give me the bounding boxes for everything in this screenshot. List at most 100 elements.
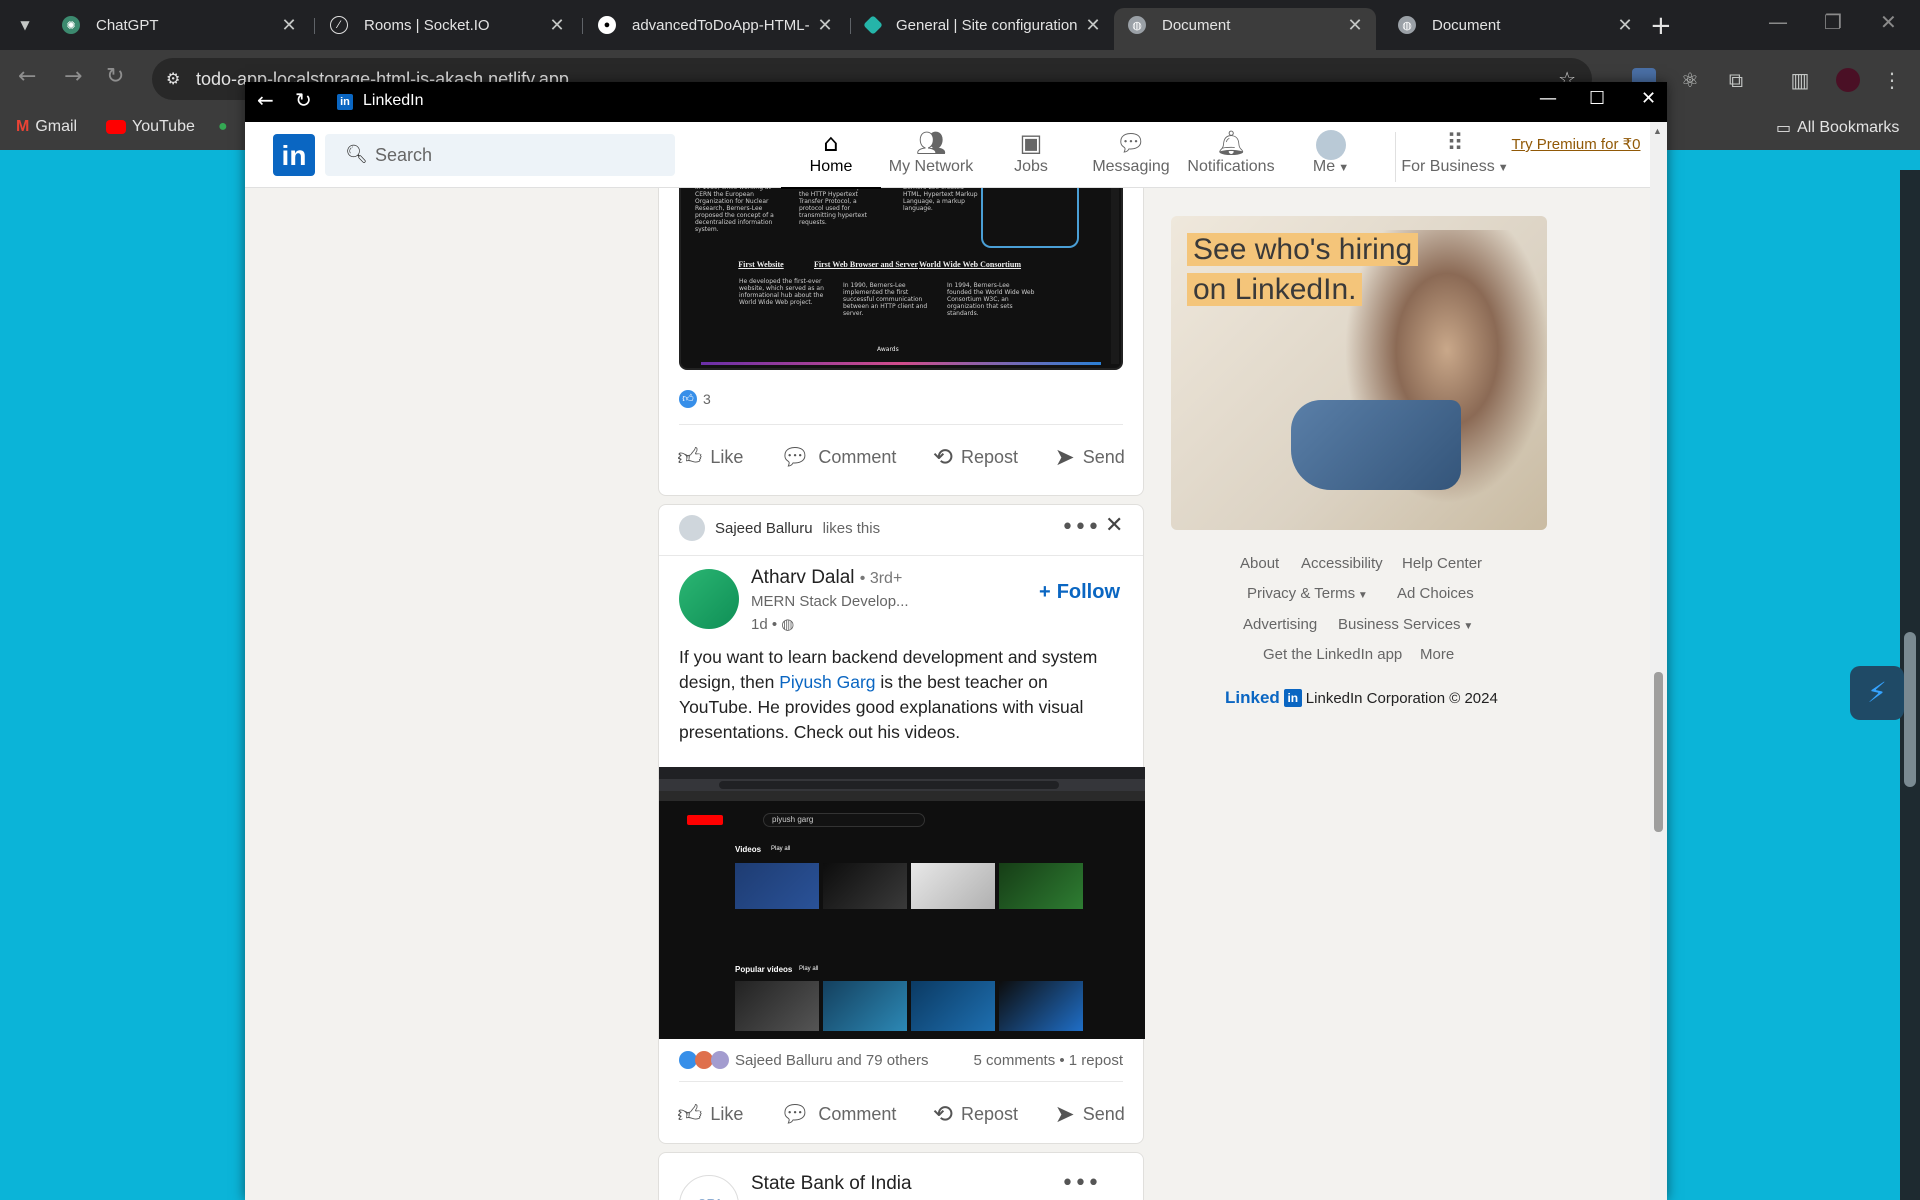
popup-back-icon[interactable]: ← bbox=[257, 88, 274, 112]
scrollbar-thumb[interactable] bbox=[1654, 672, 1663, 832]
nav-messaging[interactable]: 💬︎ Messaging bbox=[1081, 128, 1181, 188]
nav-for-business[interactable]: ⠿ For Business ▼ bbox=[1395, 128, 1515, 188]
footer-link-get-app[interactable]: Get the LinkedIn app bbox=[1263, 646, 1402, 663]
bookmark-youtube[interactable]: YouTube bbox=[106, 118, 195, 136]
post-image[interactable]: piyush garg Videos Play all Popular vide… bbox=[659, 767, 1145, 1039]
repost-button[interactable]: ⟲ Repost bbox=[933, 443, 1018, 471]
browser-tab-github[interactable]: ● advancedToDoApp-HTML- ✕ bbox=[584, 8, 846, 42]
comment-button[interactable]: 💬︎ Comment bbox=[780, 1100, 897, 1128]
browser-tab-document[interactable]: ◍ Document ✕ bbox=[1384, 8, 1646, 42]
author-avatar[interactable]: SBI bbox=[679, 1175, 739, 1200]
globe-icon: ◍ bbox=[1128, 16, 1146, 34]
insightful-reaction-icon bbox=[711, 1051, 729, 1069]
send-button[interactable]: ➤ Send bbox=[1055, 1100, 1125, 1128]
comment-button[interactable]: 💬︎ Comment bbox=[780, 443, 897, 471]
tab-search-button[interactable]: ▼ bbox=[12, 12, 38, 38]
post-actions: 👍︎ Like 💬︎ Comment ⟲ Repost ➤ Send bbox=[659, 1085, 1143, 1143]
comments-count[interactable]: 5 comments • 1 repost bbox=[974, 1052, 1123, 1069]
browser-tab-socketio[interactable]: ⁄ Rooms | Socket.IO ✕ bbox=[316, 8, 578, 42]
footer-link-about[interactable]: About bbox=[1240, 555, 1279, 572]
avatar[interactable] bbox=[679, 515, 705, 541]
image-thumbnail bbox=[911, 863, 995, 909]
close-icon[interactable]: ✕ bbox=[1616, 15, 1634, 36]
reactions-summary[interactable]: 👍︎ 3 bbox=[679, 390, 711, 408]
linkedin-logo[interactable]: in bbox=[273, 134, 315, 176]
scrollbar-thumb[interactable] bbox=[1904, 632, 1916, 787]
footer-link-business-services[interactable]: Business Services ▼ bbox=[1338, 616, 1473, 633]
nav-my-network[interactable]: 👥︎ My Network bbox=[881, 128, 981, 188]
close-icon[interactable]: ✕ bbox=[1084, 15, 1102, 36]
post-image[interactable]: In 1989, while working at CERN the Europ… bbox=[679, 172, 1123, 370]
mention-link[interactable]: Piyush Garg bbox=[779, 672, 875, 692]
react-devtools-icon[interactable]: ⚛ bbox=[1678, 68, 1702, 92]
reactions-summary[interactable]: Sajeed Balluru and 79 others bbox=[679, 1051, 928, 1069]
search-placeholder: Search bbox=[375, 145, 433, 165]
image-play-all: Play all bbox=[799, 966, 819, 972]
repost-button[interactable]: ⟲ Repost bbox=[933, 1100, 1018, 1128]
close-icon[interactable]: ✕ bbox=[548, 15, 566, 36]
like-button[interactable]: 👍︎ Like bbox=[677, 1100, 743, 1129]
browser-tab-netlify[interactable]: General | Site configuration ✕ bbox=[852, 8, 1114, 42]
close-icon[interactable]: ✕ bbox=[1105, 513, 1123, 538]
reload-icon[interactable]: ↻ bbox=[106, 64, 124, 89]
popup-maximize-icon[interactable]: ☐ bbox=[1589, 88, 1605, 109]
new-tab-button[interactable]: + bbox=[1650, 11, 1672, 41]
back-icon[interactable]: ← bbox=[18, 64, 36, 89]
divider bbox=[659, 555, 1143, 556]
try-premium-link[interactable]: Try Premium for ₹0 bbox=[1511, 134, 1641, 155]
nav-notifications[interactable]: 🔔︎ Notifications bbox=[1181, 128, 1281, 188]
restore-icon[interactable]: ❐ bbox=[1824, 10, 1842, 34]
author-name[interactable]: Atharv Dalal bbox=[751, 567, 855, 588]
scroll-up-icon[interactable]: ▲ bbox=[1653, 126, 1662, 136]
author-avatar[interactable] bbox=[679, 569, 739, 629]
image-text: Berners-Lee created HTML, Hypertext Mark… bbox=[903, 184, 978, 212]
floating-extension-icon[interactable]: ⚡ bbox=[1850, 666, 1904, 720]
tab-title: Rooms | Socket.IO bbox=[364, 16, 490, 34]
send-button[interactable]: ➤ Send bbox=[1055, 443, 1125, 471]
liker-name[interactable]: Sajeed Balluru bbox=[715, 520, 813, 537]
image-video-titles bbox=[735, 915, 1083, 935]
nav-jobs[interactable]: ▣ Jobs bbox=[981, 128, 1081, 188]
browser-tab-document-active[interactable]: ◍ Document ✕ bbox=[1114, 8, 1376, 50]
footer-link-privacy[interactable]: Privacy & Terms ▼ bbox=[1247, 585, 1368, 602]
popup-close-icon[interactable]: ✕ bbox=[1641, 88, 1656, 109]
close-icon[interactable]: ✕ bbox=[816, 15, 834, 36]
popup-reload-icon[interactable]: ↻ bbox=[295, 88, 312, 112]
search-input[interactable]: 🔍︎ Search bbox=[325, 134, 675, 176]
extensions-puzzle-icon[interactable]: ⧉ bbox=[1724, 68, 1748, 92]
grid-icon: ⠿ bbox=[1446, 129, 1464, 157]
chevron-down-icon: ▼ bbox=[1355, 590, 1368, 601]
menu-icon[interactable]: ⋮ bbox=[1880, 68, 1904, 92]
bookmark-gmail[interactable]: M Gmail bbox=[16, 118, 77, 136]
action-label: Like bbox=[710, 446, 744, 467]
more-options-icon[interactable]: ••• bbox=[1061, 1171, 1100, 1196]
footer-link-advertising[interactable]: Advertising bbox=[1243, 616, 1317, 633]
footer-link-ad-choices[interactable]: Ad Choices bbox=[1397, 585, 1474, 602]
footer-link-help-center[interactable]: Help Center bbox=[1402, 555, 1482, 572]
close-icon[interactable]: ✕ bbox=[1346, 15, 1364, 36]
all-bookmarks[interactable]: ▭ All Bookmarks bbox=[1776, 118, 1899, 137]
popup-minimize-icon[interactable]: — bbox=[1539, 88, 1557, 109]
profile-avatar[interactable] bbox=[1836, 68, 1860, 92]
site-info-icon[interactable]: ⚙ bbox=[166, 58, 180, 100]
action-label: Send bbox=[1082, 1103, 1125, 1124]
follow-button[interactable]: + Follow bbox=[1039, 581, 1120, 604]
browser-tab-chatgpt[interactable]: ✺ ChatGPT ✕ bbox=[48, 8, 310, 42]
footer-link-accessibility[interactable]: Accessibility bbox=[1301, 555, 1383, 572]
close-window-icon[interactable]: ✕ bbox=[1880, 10, 1897, 34]
author-name[interactable]: State Bank of India bbox=[751, 1173, 912, 1195]
hiring-ad[interactable]: See who's hiring on LinkedIn. bbox=[1171, 216, 1547, 530]
like-button[interactable]: 👍︎ Like bbox=[677, 443, 743, 472]
image-scrollbar bbox=[1111, 174, 1119, 364]
minimize-icon[interactable]: — bbox=[1768, 10, 1788, 34]
forward-icon[interactable]: → bbox=[64, 64, 82, 89]
close-icon[interactable]: ✕ bbox=[280, 15, 298, 36]
feed-scrollbar[interactable]: ▲ bbox=[1650, 122, 1667, 1200]
more-options-icon[interactable]: ••• bbox=[1061, 515, 1100, 540]
feed-post: In 1989, while working at CERN the Europ… bbox=[658, 172, 1144, 496]
nav-home[interactable]: ⌂ Home bbox=[781, 128, 881, 189]
side-panel-icon[interactable]: ▥ bbox=[1788, 68, 1812, 92]
nav-me[interactable]: Me ▼ bbox=[1281, 128, 1381, 188]
footer-link-more[interactable]: More bbox=[1420, 646, 1454, 663]
bookmark-maps[interactable]: ● bbox=[218, 118, 234, 136]
